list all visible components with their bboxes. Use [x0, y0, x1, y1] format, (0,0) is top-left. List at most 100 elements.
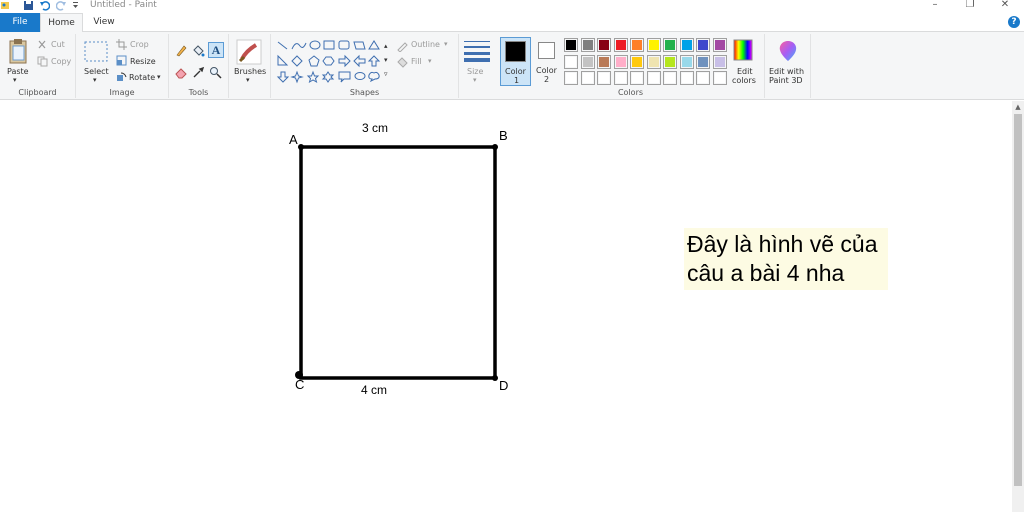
- palette-swatch[interactable]: [663, 38, 677, 52]
- palette-swatch[interactable]: [613, 54, 628, 69]
- brushes-button[interactable]: Brushes: [234, 67, 266, 76]
- help-button[interactable]: ?: [1008, 16, 1020, 28]
- color1-selector[interactable]: Color 1: [500, 37, 531, 86]
- top-side-length: 3 cm: [362, 121, 389, 135]
- palette-swatch[interactable]: [564, 38, 578, 52]
- colors-group: Color 1 Color 2 Edit colors Colors: [497, 34, 765, 98]
- paste-icon[interactable]: [8, 38, 28, 64]
- five-point-star-shape-icon: [306, 70, 320, 84]
- palette-swatch[interactable]: [597, 38, 611, 52]
- drawing-canvas[interactable]: [0, 101, 1012, 512]
- brushes-icon[interactable]: [236, 39, 262, 65]
- clipboard-group-label: Clipboard: [18, 88, 57, 97]
- edit-paint3d-line2[interactable]: Paint 3D: [769, 76, 803, 85]
- redo-icon[interactable]: [56, 0, 67, 11]
- tab-view[interactable]: View: [83, 13, 125, 32]
- colors-group-label: Colors: [617, 88, 644, 97]
- palette-swatch[interactable]: [597, 54, 611, 69]
- palette-swatch[interactable]: [696, 38, 710, 52]
- size-button[interactable]: Size: [467, 67, 483, 76]
- text-tool-icon[interactable]: A: [208, 42, 224, 58]
- fill-dropdown-arrow[interactable]: ▾: [428, 57, 432, 65]
- customize-quick-access-icon[interactable]: [71, 0, 82, 11]
- clipboard-group: Paste ▾ Cut Copy Clipboard: [0, 34, 76, 98]
- rectangle-abdc: [299, 145, 497, 380]
- outline-button[interactable]: Outline: [411, 40, 440, 49]
- palette-swatch[interactable]: [613, 71, 628, 85]
- paint-3d-icon[interactable]: [777, 39, 799, 63]
- palette-swatch[interactable]: [630, 54, 644, 69]
- paste-button[interactable]: Paste: [7, 67, 29, 76]
- palette-swatch[interactable]: [712, 38, 727, 52]
- edit-colors-line1[interactable]: Edit: [737, 67, 753, 76]
- crop-button[interactable]: Crop: [130, 40, 149, 49]
- tab-home[interactable]: Home: [40, 13, 83, 33]
- palette-swatch[interactable]: [646, 38, 661, 52]
- palette-swatch[interactable]: [613, 38, 628, 52]
- undo-icon[interactable]: [39, 0, 50, 11]
- palette-swatch[interactable]: [630, 38, 644, 52]
- palette-swatch[interactable]: [630, 71, 644, 85]
- palette-swatch[interactable]: [597, 71, 611, 85]
- brushes-dropdown-arrow[interactable]: ▾: [246, 76, 250, 84]
- palette-swatch[interactable]: [663, 71, 677, 85]
- palette-swatch[interactable]: [712, 71, 727, 85]
- resize-button[interactable]: Resize: [130, 57, 156, 66]
- fill-bucket-icon[interactable]: [192, 44, 205, 57]
- shapes-scroll-down[interactable]: ▾: [384, 56, 388, 64]
- select-dropdown-arrow[interactable]: ▾: [93, 76, 97, 84]
- palette-swatch[interactable]: [679, 71, 694, 85]
- size-icon[interactable]: [464, 40, 490, 62]
- palette-swatch-fill: [615, 40, 626, 50]
- color2-label: Color: [536, 66, 557, 75]
- ribbon: Paste ▾ Cut Copy Clipboard Select ▾ Crop…: [0, 32, 1024, 100]
- tools-group-label: Tools: [188, 88, 209, 97]
- vertical-scrollbar[interactable]: ▲: [1012, 101, 1024, 512]
- minimize-button[interactable]: –: [928, 0, 942, 11]
- copy-button[interactable]: Copy: [51, 57, 71, 66]
- cut-button[interactable]: Cut: [51, 40, 65, 49]
- outline-dropdown-arrow[interactable]: ▾: [444, 40, 448, 48]
- paste-dropdown-arrow[interactable]: ▾: [13, 76, 17, 84]
- palette-swatch[interactable]: [712, 54, 727, 69]
- shapes-gallery[interactable]: [276, 40, 384, 84]
- fill-button[interactable]: Fill: [411, 57, 422, 66]
- outline-icon: [397, 42, 408, 52]
- palette-swatch[interactable]: [646, 54, 661, 69]
- edit-colors-icon[interactable]: [733, 39, 753, 61]
- scroll-up-arrow[interactable]: ▲: [1012, 101, 1024, 113]
- shapes-more[interactable]: ▿: [384, 70, 388, 78]
- palette-swatch[interactable]: [679, 54, 694, 69]
- scroll-thumb[interactable]: [1014, 114, 1022, 486]
- size-dropdown-arrow[interactable]: ▾: [473, 76, 477, 84]
- palette-swatch[interactable]: [663, 54, 677, 69]
- save-icon[interactable]: [23, 0, 34, 11]
- edit-colors-line2[interactable]: colors: [732, 76, 756, 85]
- palette-swatch[interactable]: [580, 71, 595, 85]
- palette-swatch[interactable]: [580, 54, 595, 69]
- rotate-dropdown-arrow[interactable]: ▾: [157, 73, 161, 81]
- color2-selector[interactable]: Color 2: [533, 37, 562, 86]
- palette-swatch[interactable]: [646, 71, 661, 85]
- palette-swatch[interactable]: [696, 71, 710, 85]
- close-button[interactable]: ✕: [998, 0, 1012, 11]
- rotate-button[interactable]: Rotate: [129, 73, 155, 82]
- color-picker-icon[interactable]: [192, 66, 205, 79]
- six-point-star-shape-icon: [321, 71, 335, 83]
- vertex-a-dot: [298, 144, 304, 150]
- eraser-icon[interactable]: [175, 66, 188, 79]
- magnifier-icon[interactable]: [209, 66, 222, 79]
- restore-button[interactable]: ❐: [963, 0, 977, 11]
- palette-swatch[interactable]: [580, 38, 595, 52]
- pencil-icon[interactable]: [175, 44, 188, 57]
- palette-swatch[interactable]: [696, 54, 710, 69]
- canvas-area[interactable]: A B C D 3 cm 4 cm Đây là hình vẽ của câu…: [0, 101, 1012, 512]
- shapes-scroll-up[interactable]: ▴: [384, 42, 388, 50]
- select-icon[interactable]: [84, 41, 108, 63]
- tab-file[interactable]: File: [0, 13, 40, 32]
- edit-paint3d-line1[interactable]: Edit with: [769, 67, 804, 76]
- select-button[interactable]: Select: [84, 67, 109, 76]
- palette-swatch[interactable]: [564, 71, 578, 85]
- palette-swatch[interactable]: [679, 38, 694, 52]
- palette-swatch[interactable]: [564, 54, 578, 69]
